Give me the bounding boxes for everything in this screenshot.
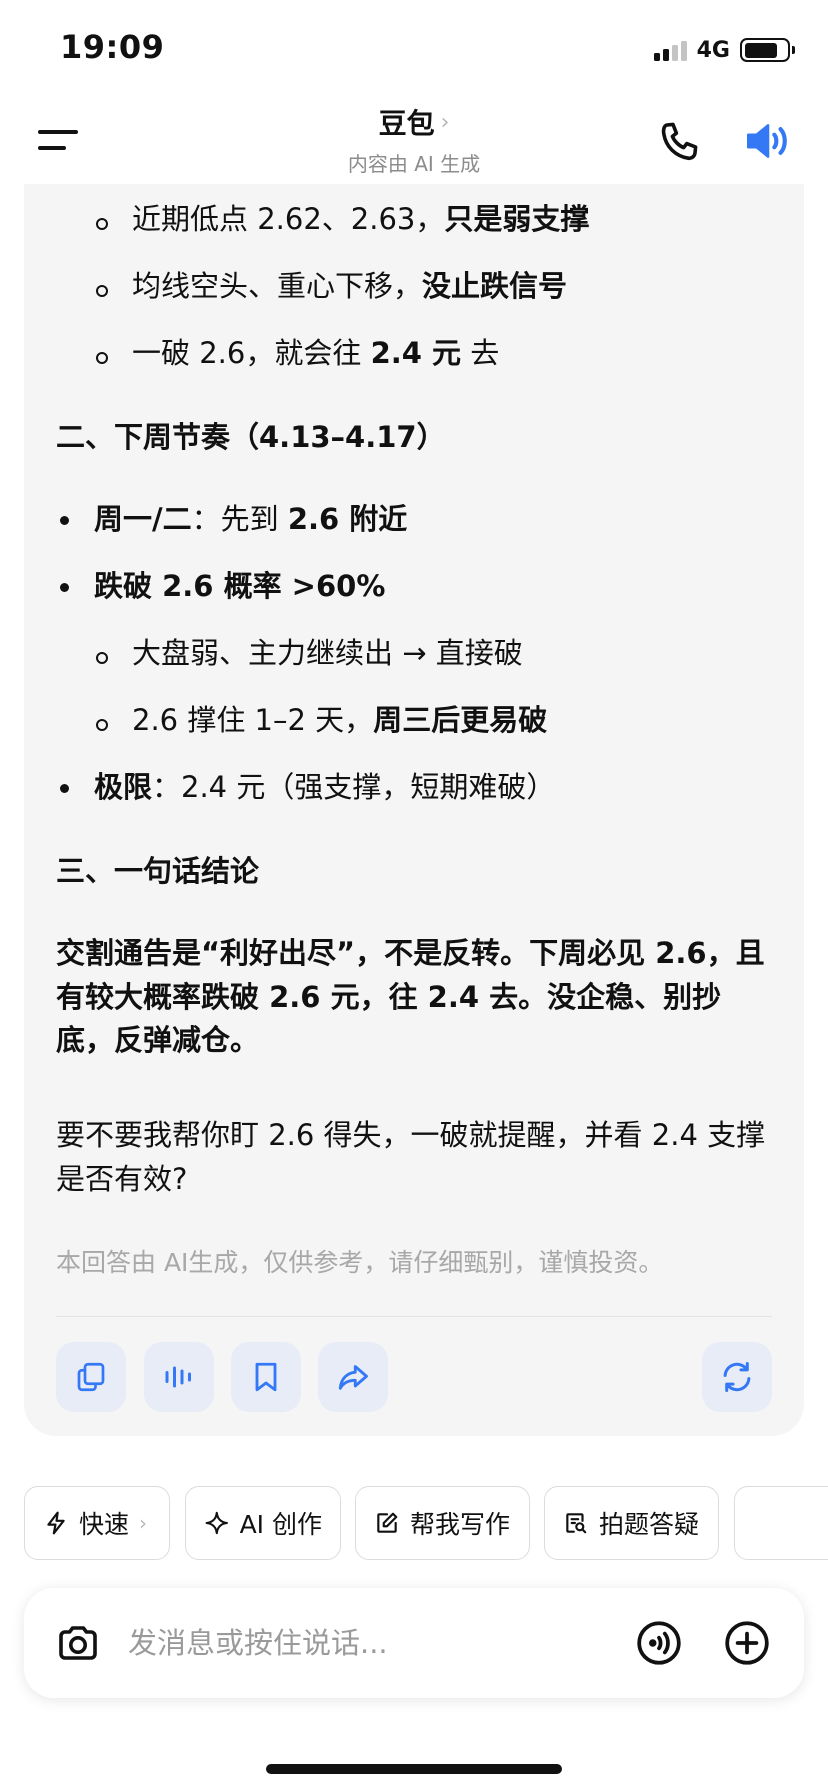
edit-icon bbox=[377, 1512, 398, 1533]
home-indicator[interactable] bbox=[266, 1764, 562, 1774]
status-bar: 19:09 4G bbox=[0, 0, 828, 100]
network-label: 4G bbox=[696, 37, 730, 63]
section-heading: 二、下周节奏（4.13–4.17） bbox=[56, 420, 446, 454]
camera-icon[interactable] bbox=[54, 1619, 102, 1667]
regenerate-button[interactable] bbox=[702, 1342, 772, 1412]
status-indicators: 4G bbox=[653, 36, 795, 64]
message-input[interactable] bbox=[128, 1616, 528, 1670]
app-header: 豆包 › 内容由 AI 生成 bbox=[0, 100, 828, 184]
signal-strength-icon bbox=[653, 39, 687, 61]
list-item: 均线空头、重心下移，没止跌信号 bbox=[56, 265, 772, 309]
list-item: 极限：2.4 元（强支撑，短期难破） bbox=[56, 766, 772, 810]
voice-call-icon[interactable] bbox=[634, 1618, 684, 1668]
conclusion-paragraph: 交割通告是“利好出尽”，不是反转。下周必见 2.6，且有较大概率跌破 2.6 元… bbox=[56, 936, 765, 1057]
share-icon bbox=[338, 1365, 368, 1390]
message-input-bar bbox=[24, 1588, 804, 1698]
list-item: 大盘弱、主力继续出 → 直接破 bbox=[56, 632, 772, 676]
chevron-right-icon: › bbox=[139, 1511, 148, 1535]
copy-icon bbox=[77, 1362, 105, 1392]
chip-ai-create[interactable]: AI 创作 bbox=[185, 1486, 341, 1560]
chip-help-write[interactable]: 帮我写作 bbox=[355, 1486, 530, 1560]
chip-label: 快速 bbox=[79, 1510, 130, 1539]
bookmark-button[interactable] bbox=[231, 1342, 301, 1412]
plus-icon[interactable] bbox=[722, 1618, 772, 1668]
battery-icon bbox=[740, 38, 795, 62]
chat-screen: 19:09 4G 豆包 › 内容由 AI 生成 近期低点 2.62、2.63，只… bbox=[0, 0, 828, 1792]
bookmark-icon bbox=[255, 1362, 277, 1392]
share-button[interactable] bbox=[318, 1342, 388, 1412]
ai-disclaimer: 本回答由 AI生成，仅供参考，请仔细甄别，谨慎投资。 bbox=[56, 1248, 664, 1277]
section-heading: 三、一句话结论 bbox=[56, 854, 260, 888]
chip-more[interactable] bbox=[734, 1486, 828, 1560]
app-title: 豆包 bbox=[378, 107, 435, 140]
quick-action-chips: 快速 › AI 创作 帮我写作 拍题答疑 bbox=[24, 1486, 828, 1562]
list-item: 近期低点 2.62、2.63，只是弱支撑 bbox=[56, 198, 772, 242]
status-time: 19:09 bbox=[60, 28, 165, 66]
list-item: 2.6 撑住 1–2 天，周三后更易破 bbox=[56, 699, 772, 743]
list-item: 一破 2.6，就会往 2.4 元 去 bbox=[56, 332, 772, 376]
assistant-message-card: 近期低点 2.62、2.63，只是弱支撑 均线空头、重心下移，没止跌信号 一破 … bbox=[24, 184, 804, 1436]
phone-icon[interactable] bbox=[656, 118, 704, 166]
voice-playback-button[interactable] bbox=[144, 1342, 214, 1412]
divider bbox=[56, 1316, 772, 1317]
chevron-right-icon: › bbox=[440, 109, 450, 135]
list-item: 跌破 2.6 概率 >60% bbox=[56, 565, 772, 609]
regenerate-icon bbox=[723, 1362, 751, 1392]
speaker-icon[interactable] bbox=[742, 116, 792, 166]
voice-playback-icon bbox=[165, 1366, 191, 1388]
sparkle-icon bbox=[205, 1511, 228, 1535]
photo-question-icon bbox=[566, 1513, 587, 1534]
chip-fast-mode[interactable]: 快速 › bbox=[24, 1486, 170, 1560]
chip-photo-question[interactable]: 拍题答疑 bbox=[544, 1486, 719, 1560]
battery-fill bbox=[744, 42, 778, 58]
chip-label: 帮我写作 bbox=[410, 1510, 511, 1539]
chip-label: AI 创作 bbox=[239, 1510, 322, 1539]
copy-button[interactable] bbox=[56, 1342, 126, 1412]
list-item: 周一/二：先到 2.6 附近 bbox=[56, 498, 772, 542]
lightning-icon bbox=[47, 1511, 65, 1535]
followup-question: 要不要我帮你盯 2.6 得失，一破就提醒，并看 2.4 支撑是否有效? bbox=[56, 1118, 766, 1196]
chip-label: 拍题答疑 bbox=[599, 1510, 700, 1539]
